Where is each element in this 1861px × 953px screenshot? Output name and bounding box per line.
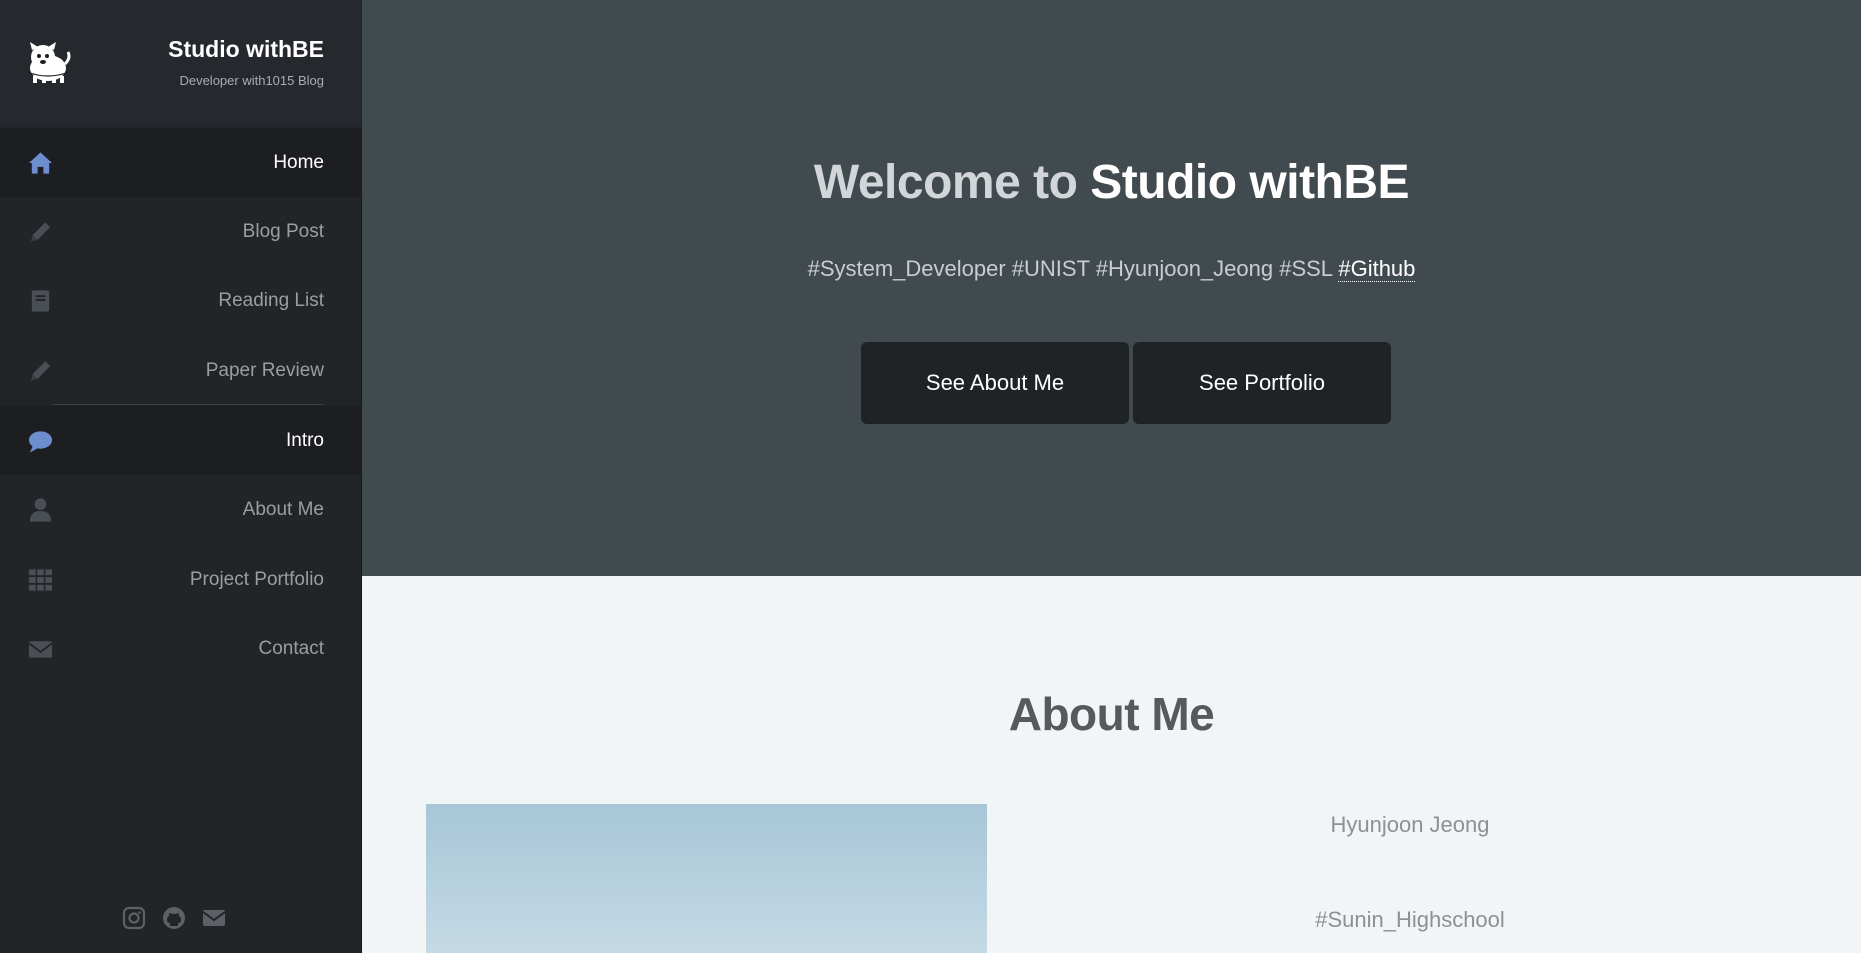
- nav-item-project-portfolio[interactable]: Project Portfolio: [0, 545, 362, 614]
- nav-label-reading-list: Reading List: [218, 289, 324, 311]
- pencil-icon: [30, 360, 51, 381]
- comment-icon: [28, 430, 53, 453]
- hero-tag-list: #System_Developer #UNIST #Hyunjoon_Jeong…: [807, 256, 1333, 281]
- dog-logo-icon[interactable]: [24, 38, 72, 86]
- nav-label-paper-review: Paper Review: [205, 359, 324, 381]
- nav-label-intro: Intro: [285, 429, 324, 451]
- hero-tags: #System_Developer #UNIST #Hyunjoon_Jeong…: [362, 256, 1861, 282]
- nav-divider: [52, 404, 323, 405]
- nav-label-project-portfolio: Project Portfolio: [189, 568, 324, 590]
- sidebar: Studio withBE Developer with1015 Blog Ho…: [0, 0, 362, 953]
- about-name: Hyunjoon Jeong: [1330, 812, 1490, 837]
- pencil-icon: [30, 221, 51, 242]
- github-icon[interactable]: [162, 906, 186, 930]
- envelope-icon[interactable]: [202, 906, 226, 930]
- nav-item-reading-list[interactable]: Reading List: [0, 266, 362, 335]
- github-link[interactable]: #Github: [1338, 256, 1416, 282]
- hero-title-accent: Studio withBE: [1090, 156, 1410, 209]
- about-school-tag: #Sunin_Highschool: [1315, 907, 1505, 932]
- home-icon: [28, 151, 53, 174]
- about-title: About Me: [1008, 688, 1215, 740]
- grid-icon: [28, 568, 53, 591]
- brand-header: Studio withBE Developer with1015 Blog: [0, 0, 362, 127]
- see-portfolio-button[interactable]: See Portfolio: [1133, 342, 1391, 424]
- see-about-me-button[interactable]: See About Me: [861, 342, 1129, 424]
- brand-subtitle: Developer with1015 Blog: [179, 73, 324, 88]
- nav-label-blog-post: Blog Post: [242, 220, 324, 242]
- about-section: About Me Hyunjoon Jeong #Sunin_Highschoo…: [362, 576, 1861, 953]
- envelope-icon: [28, 640, 53, 658]
- hero-title-prefix: Welcome to: [813, 156, 1078, 209]
- nav-item-paper-review[interactable]: Paper Review: [0, 336, 362, 405]
- nav-label-about-me: About Me: [242, 498, 324, 520]
- nav-label-home: Home: [273, 151, 324, 173]
- instagram-icon[interactable]: [122, 906, 146, 930]
- profile-photo: [426, 804, 987, 953]
- hero-section: Welcome to Studio withBE #System_Develop…: [362, 0, 1861, 576]
- nav-item-about-me[interactable]: About Me: [0, 475, 362, 544]
- user-icon: [29, 497, 52, 522]
- book-icon: [31, 289, 50, 312]
- nav-item-intro[interactable]: Intro: [0, 406, 362, 475]
- nav-item-contact[interactable]: Contact: [0, 614, 362, 683]
- nav-label-contact: Contact: [258, 637, 324, 659]
- nav-item-blog-post[interactable]: Blog Post: [0, 197, 362, 266]
- brand-title[interactable]: Studio withBE: [168, 36, 324, 63]
- social-links: [120, 906, 232, 932]
- hero-title: Welcome to Studio withBE: [362, 155, 1861, 210]
- nav-item-home[interactable]: Home: [0, 128, 362, 197]
